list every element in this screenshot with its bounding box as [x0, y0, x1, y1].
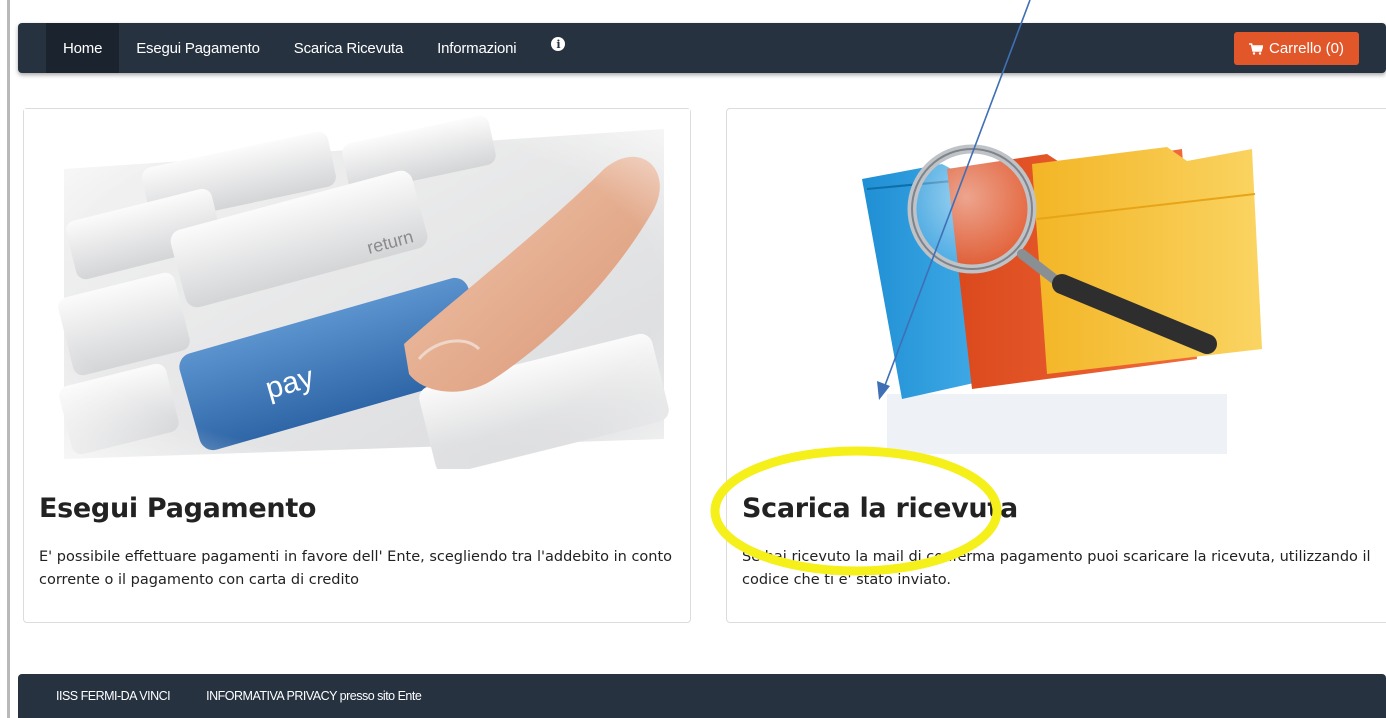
- card-esegui-pagamento[interactable]: return pay Esegui Pagamento E' possibile…: [23, 108, 691, 623]
- info-circle-icon: i: [551, 37, 566, 51]
- card-title[interactable]: Scarica la ricevuta: [742, 493, 1018, 524]
- nav-menu: Home Esegui Pagamento Scarica Ricevuta I…: [18, 23, 583, 73]
- folders-magnifier-image: [727, 109, 1386, 469]
- footer: IISS FERMI-DA VINCI INFORMATIVA PRIVACY …: [18, 674, 1386, 718]
- nav-home[interactable]: Home: [46, 23, 120, 73]
- footer-link-privacy[interactable]: INFORMATIVA PRIVACY presso sito Ente: [206, 689, 422, 703]
- cart-label: Carrello (0): [1268, 40, 1344, 57]
- footer-link-school[interactable]: IISS FERMI-DA VINCI: [56, 689, 171, 703]
- nav-informazioni[interactable]: Informazioni: [420, 23, 533, 73]
- nav-scarica-ricevuta[interactable]: Scarica Ricevuta: [277, 23, 420, 73]
- shopping-cart-icon: [1248, 42, 1263, 55]
- cart-button[interactable]: Carrello (0): [1234, 32, 1359, 65]
- nav-info-link[interactable]: i: [533, 23, 583, 73]
- card-description: Se hai ricevuto la mail di conferma paga…: [742, 549, 1371, 588]
- card-description: E' possibile effettuare pagamenti in fav…: [39, 549, 673, 588]
- card-scarica-ricevuta[interactable]: Scarica la ricevuta Se hai ricevuto la m…: [726, 108, 1386, 623]
- card-title[interactable]: Esegui Pagamento: [39, 493, 316, 524]
- left-border-rule: [7, 0, 10, 718]
- nav-esegui-pagamento[interactable]: Esegui Pagamento: [119, 23, 277, 73]
- main-navbar: Home Esegui Pagamento Scarica Ricevuta I…: [18, 23, 1386, 73]
- keyboard-pay-image: return pay: [24, 109, 690, 469]
